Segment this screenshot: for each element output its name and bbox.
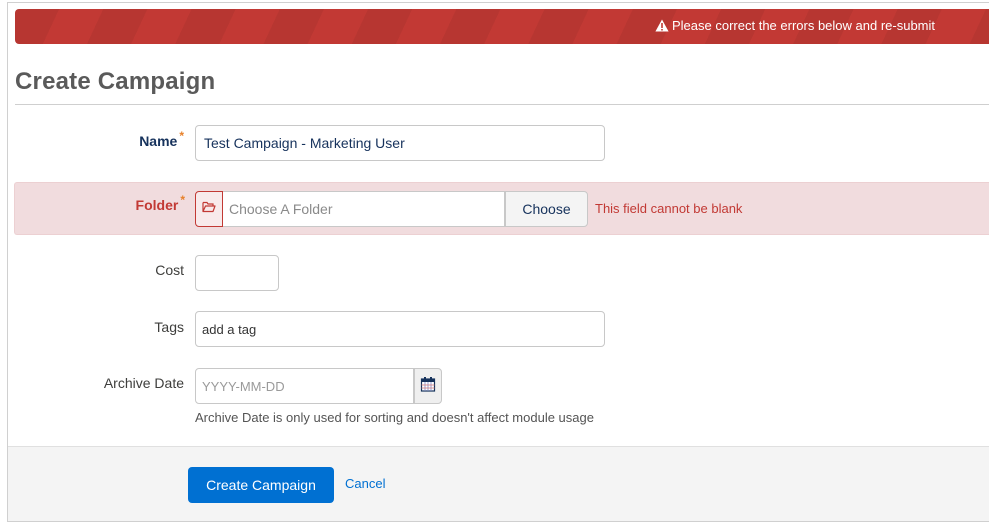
name-input[interactable]: Test Campaign - Marketing User (195, 125, 605, 161)
folder-label: Folder * (135, 193, 185, 213)
cost-row: Cost (8, 255, 989, 291)
archive-date-row: Archive Date (8, 368, 989, 404)
required-marker: * (180, 193, 185, 207)
folder-row-error: Folder * Choose A Folder Choose This fiel… (14, 182, 989, 235)
page-title: Create Campaign (15, 68, 216, 95)
folder-icon-addon[interactable] (195, 191, 223, 227)
folder-picker: Choose A Folder Choose (195, 191, 588, 227)
name-label: Name * (139, 129, 184, 149)
required-marker: * (179, 129, 184, 143)
tags-input[interactable]: add a tag (195, 311, 605, 347)
archive-date-input[interactable]: YYYY-MM-DD (195, 368, 414, 404)
cancel-link[interactable]: Cancel (345, 476, 385, 491)
create-campaign-button[interactable]: Create Campaign (188, 467, 334, 503)
error-banner: Please correct the errors below and re-s… (15, 9, 989, 44)
tags-label: Tags (154, 319, 184, 335)
cost-input[interactable] (195, 255, 279, 291)
archive-date-label: Archive Date (103, 375, 184, 391)
calendar-icon (420, 376, 436, 397)
folder-open-icon (202, 200, 216, 218)
form-footer: Create Campaign Cancel (8, 446, 989, 521)
archive-date-help: Archive Date is only used for sorting an… (195, 410, 594, 425)
calendar-button[interactable] (414, 368, 442, 404)
folder-error-message: This field cannot be blank (595, 201, 743, 216)
folder-input[interactable]: Choose A Folder (223, 191, 505, 227)
title-divider (15, 104, 989, 105)
archive-date-picker: YYYY-MM-DD (195, 368, 442, 404)
choose-folder-button[interactable]: Choose (505, 191, 588, 227)
banner-message: Please correct the errors below and re-s… (672, 18, 936, 33)
cost-label: Cost (155, 262, 184, 278)
warning-icon (655, 19, 669, 32)
